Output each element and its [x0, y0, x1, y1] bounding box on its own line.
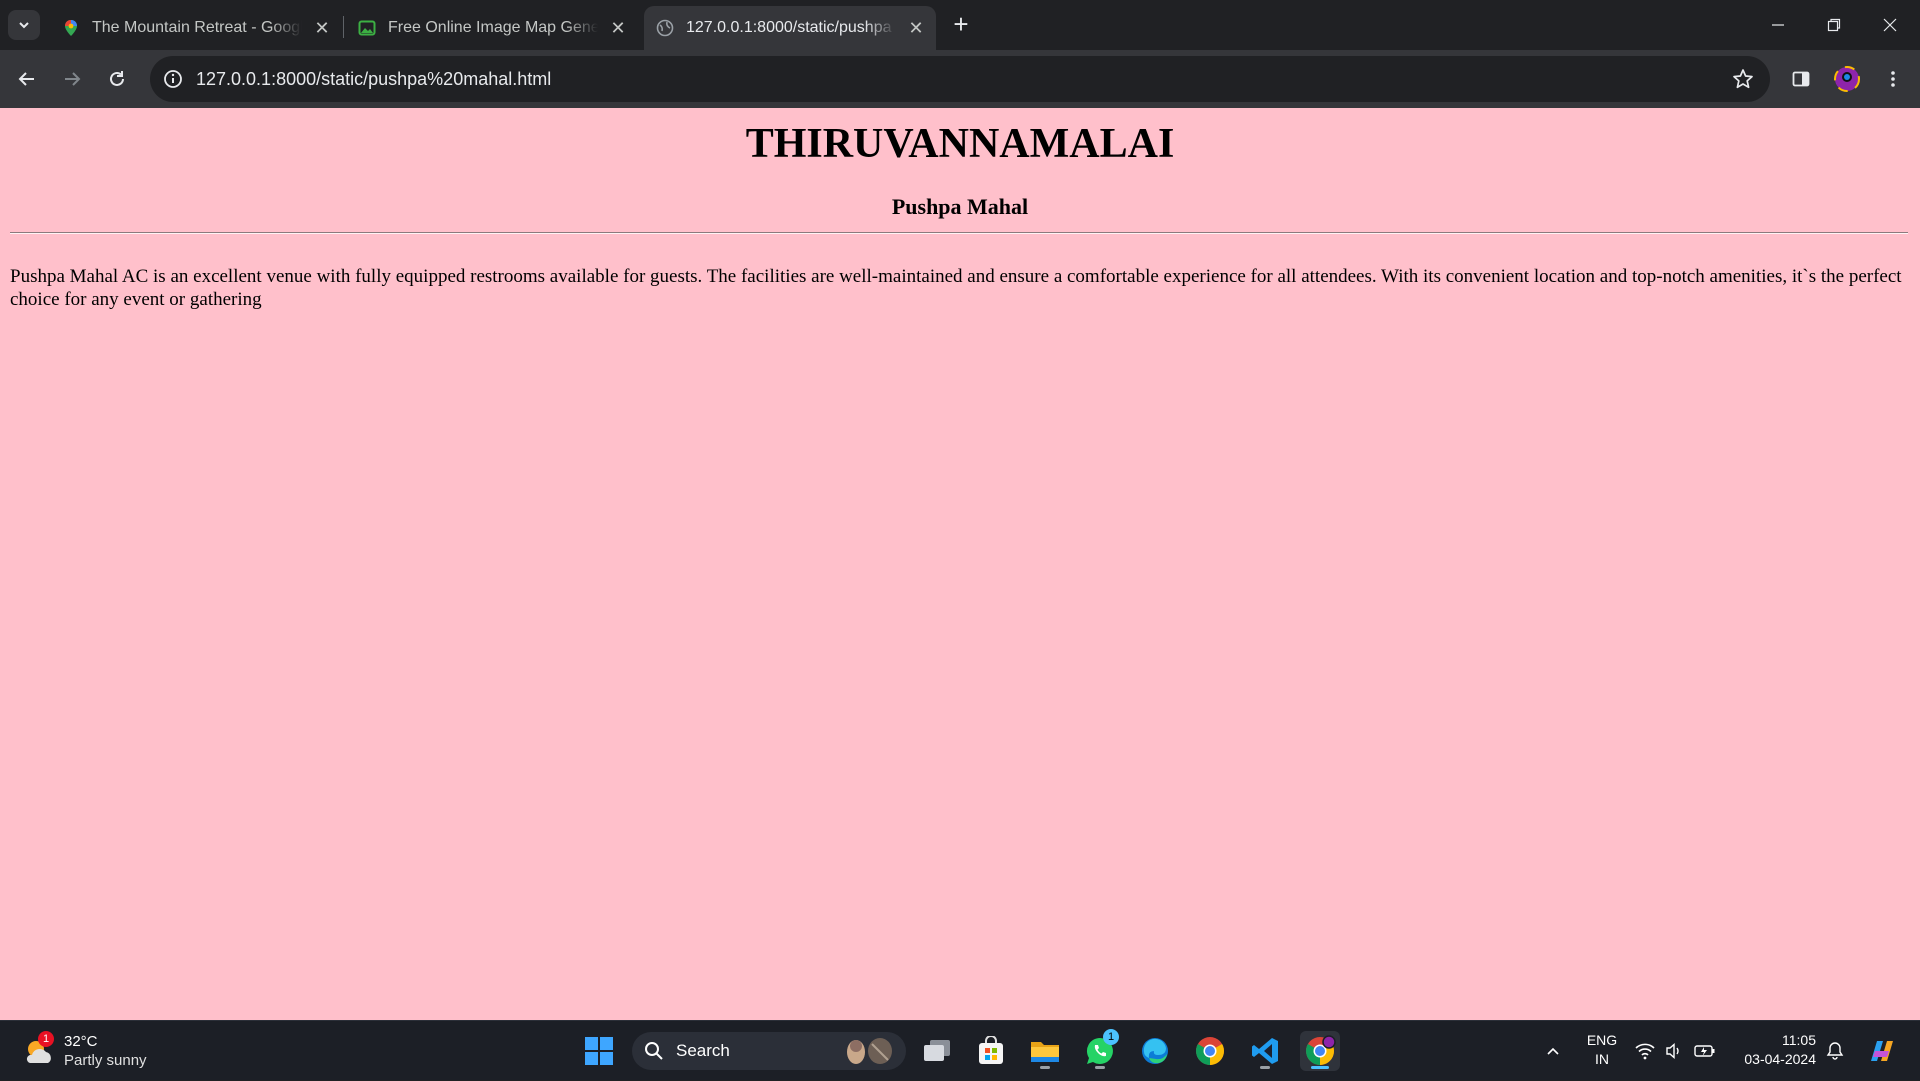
- edge-button[interactable]: [1135, 1031, 1175, 1071]
- whatsapp-button[interactable]: 1: [1080, 1029, 1120, 1071]
- system-clock[interactable]: 11:05 03-04-2024: [1734, 1031, 1816, 1069]
- file-explorer-button[interactable]: [1025, 1031, 1065, 1071]
- start-button[interactable]: [579, 1031, 619, 1071]
- tab-pushpa-mahal[interactable]: 127.0.0.1:8000/static/pushpa mahal.html …: [644, 6, 936, 50]
- weather-widget[interactable]: 1 32°C Partly sunny: [22, 1031, 152, 1073]
- image-icon: [358, 19, 376, 37]
- restore-button[interactable]: [1806, 0, 1862, 50]
- notification-badge: 1: [1103, 1029, 1119, 1045]
- chrome-icon: [1196, 1037, 1224, 1065]
- minimize-icon: [1772, 24, 1784, 26]
- taskbar-search[interactable]: Search: [632, 1032, 906, 1070]
- language-indicator[interactable]: ENG IN: [1584, 1031, 1620, 1069]
- forward-button[interactable]: [55, 62, 89, 96]
- chevron-down-icon: [19, 22, 29, 29]
- search-icon: [645, 1042, 663, 1060]
- clock-date: 03-04-2024: [1744, 1051, 1816, 1067]
- side-panel-icon: [1792, 71, 1810, 87]
- side-panel-button[interactable]: [1786, 64, 1816, 94]
- task-view-button[interactable]: [917, 1031, 957, 1071]
- reload-icon: [110, 71, 124, 86]
- region-code: IN: [1595, 1051, 1609, 1067]
- web-page: THIRUVANNAMALAI Pushpa Mahal Pushpa Maha…: [0, 108, 1920, 1020]
- close-icon[interactable]: ✕: [906, 18, 926, 38]
- wifi-status[interactable]: [1632, 1021, 1658, 1081]
- edge-icon: [1142, 1038, 1168, 1064]
- close-icon: [1883, 18, 1897, 32]
- new-tab-button[interactable]: +: [948, 11, 974, 38]
- taskbar: 1 32°C Partly sunny Search 1 ENG IN 11:0…: [0, 1020, 1920, 1080]
- vscode-icon: [1252, 1038, 1278, 1064]
- page-title: THIRUVANNAMALAI: [745, 121, 1175, 167]
- copilot-button[interactable]: [1864, 1021, 1900, 1081]
- minimize-button[interactable]: [1750, 0, 1806, 50]
- venue-description: Pushpa Mahal AC is an excellent venue wi…: [10, 266, 1902, 310]
- notification-bell-icon: [1826, 1042, 1844, 1060]
- close-icon[interactable]: ✕: [608, 18, 628, 38]
- globe-icon: [656, 19, 674, 37]
- avatar: [1834, 66, 1860, 92]
- tab-search-button[interactable]: [8, 10, 40, 40]
- language-code: ENG: [1586, 1032, 1618, 1048]
- divider: [10, 232, 1908, 234]
- notifications-button[interactable]: [1822, 1021, 1848, 1081]
- close-window-button[interactable]: [1862, 0, 1918, 50]
- search-highlight-icon: [847, 1038, 892, 1064]
- clock-time: 11:05: [1782, 1032, 1816, 1048]
- address-bar[interactable]: 127.0.0.1:8000/static/pushpa%20mahal.htm…: [150, 56, 1770, 102]
- active-indicator: [1311, 1066, 1329, 1069]
- close-icon[interactable]: ✕: [312, 18, 332, 38]
- running-indicator: [1040, 1066, 1050, 1069]
- chevron-up-icon: [1547, 1047, 1559, 1055]
- chrome-active-button[interactable]: [1300, 1031, 1340, 1071]
- notification-badge: 1: [38, 1031, 54, 1047]
- volume-status[interactable]: [1661, 1021, 1687, 1081]
- chrome-button[interactable]: [1190, 1031, 1230, 1071]
- back-button[interactable]: [10, 62, 44, 96]
- menu-button[interactable]: [1878, 64, 1908, 94]
- restore-icon: [1827, 18, 1841, 32]
- microsoft-store-button[interactable]: [971, 1031, 1011, 1071]
- tab-image-map-generator[interactable]: Free Online Image Map Generator ✕: [350, 6, 634, 50]
- maps-pin-icon: [62, 19, 80, 37]
- arrow-left-icon: [18, 72, 34, 86]
- url-text[interactable]: 127.0.0.1:8000/static/pushpa%20mahal.htm…: [196, 56, 551, 102]
- reload-button[interactable]: [100, 62, 134, 96]
- more-vert-icon: [1891, 71, 1895, 87]
- vscode-button[interactable]: [1245, 1031, 1285, 1071]
- folder-icon: [1031, 1042, 1059, 1062]
- task-view-icon: [924, 1040, 950, 1061]
- tab-title: The Mountain Retreat - Google: [92, 19, 302, 36]
- running-indicator: [1260, 1066, 1270, 1069]
- battery-charging-icon: [1694, 1045, 1715, 1057]
- chrome-profile-icon: [1306, 1035, 1336, 1065]
- tab-title: 127.0.0.1:8000/static/pushpa mahal.html: [686, 19, 896, 36]
- copilot-icon: [1871, 1041, 1893, 1061]
- tab-strip: The Mountain Retreat - Google ✕ Free Onl…: [0, 0, 1920, 50]
- store-icon: [979, 1036, 1003, 1064]
- profile-button[interactable]: [1832, 64, 1862, 94]
- tab-title: Free Online Image Map Generator: [388, 19, 598, 36]
- info-icon[interactable]: [162, 68, 184, 90]
- search-label: Search: [676, 1041, 730, 1060]
- running-indicator: [1095, 1066, 1105, 1069]
- show-hidden-icons-button[interactable]: [1538, 1021, 1568, 1081]
- volume-icon: [1666, 1042, 1679, 1060]
- star-icon[interactable]: [1732, 68, 1754, 90]
- battery-status[interactable]: [1692, 1021, 1718, 1081]
- weather-temperature: 32°C: [64, 1033, 98, 1050]
- arrow-right-icon: [65, 72, 81, 86]
- tab-mountain-retreat[interactable]: The Mountain Retreat - Google ✕: [52, 6, 336, 50]
- wifi-icon: [1635, 1043, 1655, 1060]
- weather-condition: Partly sunny: [64, 1052, 147, 1069]
- browser-toolbar: 127.0.0.1:8000/static/pushpa%20mahal.htm…: [0, 50, 1920, 108]
- tab-separator: [343, 16, 344, 38]
- venue-name: Pushpa Mahal: [891, 194, 1029, 219]
- windows-icon: [585, 1037, 613, 1065]
